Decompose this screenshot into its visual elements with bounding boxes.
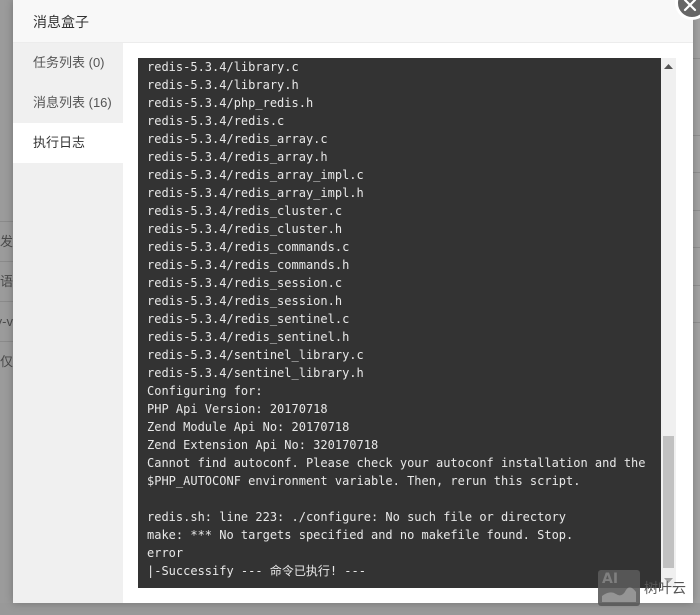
close-icon [683,0,697,12]
scrollbar-thumb[interactable] [663,436,674,568]
background-page-bottom [0,603,700,615]
divider [693,58,700,59]
modal-sidebar: 任务列表 (0) 消息列表 (16) 执行日志 [13,43,123,603]
background-row-text: y-v [0,314,13,329]
close-button[interactable] [675,0,700,20]
log-line: redis-5.3.4/redis_array.c [147,132,328,146]
log-line: redis-5.3.4/redis_session.h [147,294,343,308]
log-line: make: *** No targets specified and no ma… [147,528,574,542]
background-row: y-v [0,301,13,342]
sidebar-item-execution-log[interactable]: 执行日志 [13,123,123,163]
log-line: redis-5.3.4/redis_session.c [147,276,343,290]
log-line: Configuring for: [147,384,263,398]
background-row-text: 仅 [0,354,13,369]
log-content: redis-5.3.4/library.c redis-5.3.4/library… [123,43,693,603]
log-line: redis-5.3.4/sentinel_library.h [147,366,364,380]
background-page-right [693,0,700,615]
divider [693,322,700,323]
log-line: error [147,546,184,560]
sidebar-item-message-list[interactable]: 消息列表 (16) [13,83,123,123]
log-line: redis-5.3.4/library.h [147,78,299,92]
modal-title: 消息盒子 [33,14,89,30]
background-row: 开发 [0,221,13,262]
log-line: redis-5.3.4/redis_commands.h [147,258,350,272]
watermark-logo-icon: AI [598,570,640,606]
background-row: 程语 [0,261,13,302]
mountain-icon [602,587,636,602]
log-line: redis-5.3.4/redis_array_impl.c [147,168,364,182]
background-row-text: 程语 [0,274,13,289]
log-line: |-Successify --- 命令已执行! --- [147,564,366,578]
log-line: redis-5.3.4/redis.c [147,114,285,128]
log-line: Zend Module Api No: 20170718 [147,420,350,434]
background-row: 仅 [0,341,13,382]
log-line: redis-5.3.4/redis_array.h [147,150,328,164]
log-line: redis-5.3.4/redis_array_impl.h [147,186,364,200]
log-line: redis-5.3.4/php_redis.h [147,96,314,110]
message-box-modal: 消息盒子 任务列表 (0) 消息列表 (16) 执行日志 redis-5.3.4… [13,0,700,603]
background-row-text: 开发 [0,234,13,249]
modal-header: 消息盒子 [13,0,700,43]
divider [693,247,700,248]
scroll-up-button[interactable] [661,58,676,74]
log-line: redis-5.3.4/sentinel_library.c [147,348,364,362]
divider [693,285,700,286]
log-line: redis-5.3.4/redis_commands.c [147,240,350,254]
watermark-text: 树叶云 [644,580,686,596]
log-line: redis-5.3.4/redis_cluster.h [147,222,343,236]
sidebar-item-task-list[interactable]: 任务列表 (0) [13,43,123,83]
log-line: $PHP_AUTOCONF environment variable. Then… [147,474,581,488]
divider [693,210,700,211]
log-line: redis-5.3.4/redis_sentinel.c [147,312,350,326]
log-line: Zend Extension Api No: 320170718 [147,438,379,452]
divider [693,172,700,173]
log-line: redis-5.3.4/redis_cluster.c [147,204,343,218]
log-line: Cannot find autoconf. Please check your … [147,456,646,470]
background-page-strip: 开发 程语 y-v 仅 [0,0,13,615]
log-line: redis.sh: line 223: ./configure: No such… [147,510,567,524]
watermark: AI 树叶云 [598,570,686,606]
divider [693,135,700,136]
log-lines: redis-5.3.4/library.c redis-5.3.4/library… [138,58,661,580]
log-scrollbar[interactable] [661,58,676,588]
arrow-up-icon [664,63,673,69]
log-line: PHP Api Version: 20170718 [147,402,328,416]
log-line: redis-5.3.4/library.c [147,60,299,74]
log-line: redis-5.3.4/redis_sentinel.h [147,330,350,344]
execution-log-terminal[interactable]: redis-5.3.4/library.c redis-5.3.4/library… [138,58,661,588]
